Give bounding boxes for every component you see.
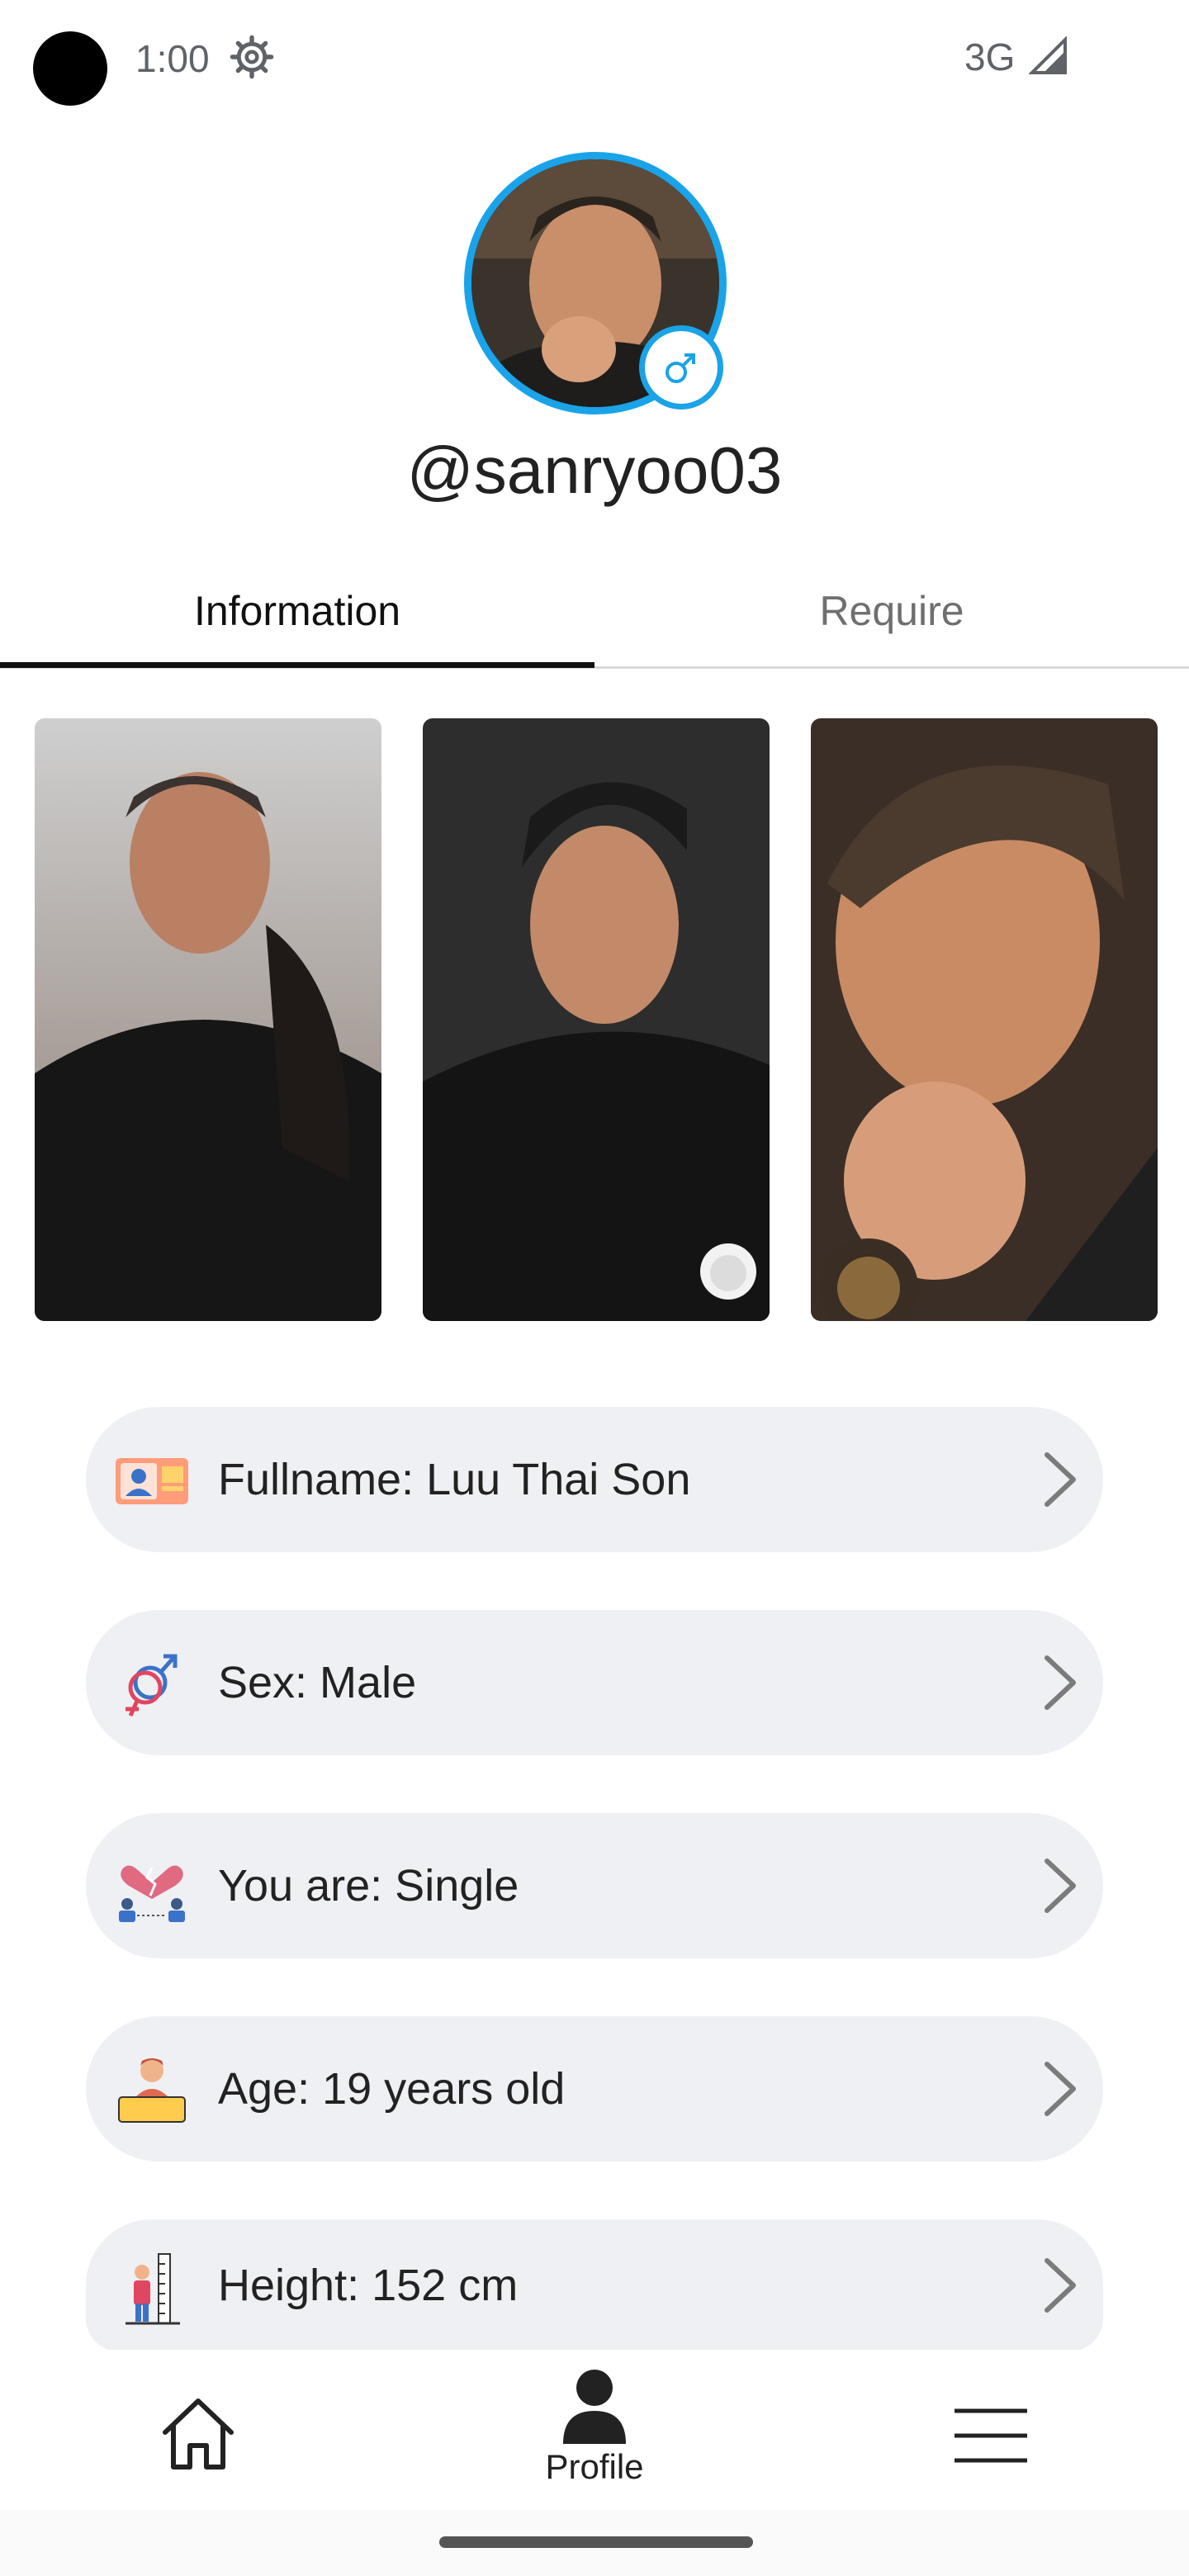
- profile-photo-3[interactable]: [811, 718, 1158, 1321]
- gesture-area: [0, 2510, 1189, 2576]
- info-row-label: You are: Single: [218, 1861, 519, 1911]
- male-symbol-icon: [666, 353, 695, 383]
- nav-profile[interactable]: Profile: [512, 2368, 677, 2508]
- info-row-label: Height: 152 cm: [218, 2261, 519, 2310]
- profile-photo-1[interactable]: [35, 718, 381, 1321]
- info-row-label: Fullname: Luu Thai Son: [218, 1455, 691, 1504]
- network-type: 3G: [964, 36, 1016, 78]
- tab-require[interactable]: Require: [594, 570, 1189, 669]
- chevron-right-icon: [1045, 1859, 1076, 1913]
- height-measure-icon: [126, 2253, 180, 2325]
- camera-cutout: [33, 31, 107, 106]
- info-row-fullname[interactable]: Fullname: Luu Thai Son: [86, 1407, 1103, 1552]
- settings-gear-icon: [230, 35, 274, 79]
- info-row-relationship[interactable]: You are: Single: [86, 1813, 1103, 1958]
- tab-information[interactable]: Information: [0, 570, 594, 669]
- person-icon: [563, 2370, 626, 2444]
- chevron-right-icon: [1045, 2062, 1076, 2116]
- gender-symbols-icon: [126, 1654, 178, 1717]
- username: @sanryoo03: [406, 433, 783, 507]
- profile-photo-2[interactable]: [423, 718, 770, 1321]
- chevron-right-icon: [1045, 1655, 1076, 1710]
- menu-icon[interactable]: [950, 2403, 1032, 2469]
- id-card-icon: [116, 1458, 188, 1504]
- profile-tabs: Information Require: [0, 570, 1189, 669]
- home-gesture-bar[interactable]: [439, 2536, 753, 2548]
- gender-badge: [639, 325, 723, 410]
- chevron-right-icon: [1045, 1452, 1076, 1507]
- bottom-navigation: Profile: [0, 2350, 1189, 2510]
- home-icon[interactable]: [155, 2391, 241, 2477]
- nav-profile-label: Profile: [545, 2447, 644, 2486]
- age-badge-icon: [118, 2058, 186, 2123]
- chevron-right-icon: [1045, 2258, 1076, 2313]
- profile-avatar-container[interactable]: [464, 152, 727, 414]
- info-row-age[interactable]: Age: 19 years old: [86, 2016, 1103, 2162]
- info-row-height[interactable]: Height: 152 cm: [86, 2219, 1103, 2351]
- signal-icon: [1029, 36, 1067, 74]
- broken-heart-couple-icon: [119, 1865, 185, 1922]
- info-row-label: Sex: Male: [218, 1658, 417, 1707]
- status-time: 1:00: [135, 37, 210, 80]
- info-row-label: Age: 19 years old: [218, 2064, 566, 2114]
- tab-indicator: [0, 662, 594, 668]
- status-bar: 1:00 3G: [0, 0, 1189, 116]
- info-row-sex[interactable]: Sex: Male: [86, 1610, 1103, 1755]
